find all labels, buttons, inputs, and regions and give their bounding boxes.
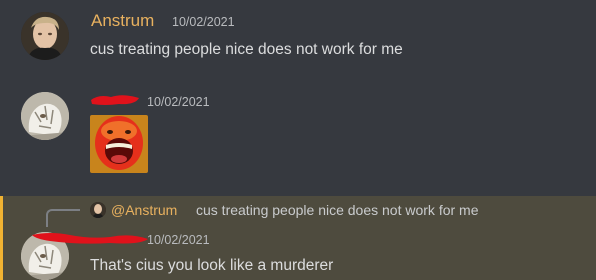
redacted-username [91,95,139,105]
message: Anstrum 10/02/2021 cus treating people n… [0,0,596,82]
mention-indicator [0,196,3,280]
redacted-username [32,233,148,244]
message: 10/02/2021 [0,82,596,194]
message-text: cus treating people nice does not work f… [90,41,403,58]
message-username[interactable]: Anstrum [91,11,154,31]
chat-messages: Anstrum 10/02/2021 cus treating people n… [0,0,596,280]
message-text: That's cius you look like a murderer [90,257,334,274]
message-highlighted: @Anstrum cus treating people nice does n… [0,196,596,280]
message-timestamp: 10/02/2021 [172,15,235,29]
message-timestamp: 10/02/2021 [147,233,210,247]
reply-username[interactable]: @Anstrum [111,202,177,218]
reply-spine [46,209,80,227]
avatar-image [21,12,69,60]
screaming-face-image[interactable] [90,115,148,173]
avatar-image [21,92,69,140]
avatar[interactable] [21,12,69,60]
reply-avatar [90,202,106,218]
message-timestamp: 10/02/2021 [147,95,210,109]
reply-text[interactable]: cus treating people nice does not work f… [196,202,479,218]
avatar[interactable] [21,92,69,140]
